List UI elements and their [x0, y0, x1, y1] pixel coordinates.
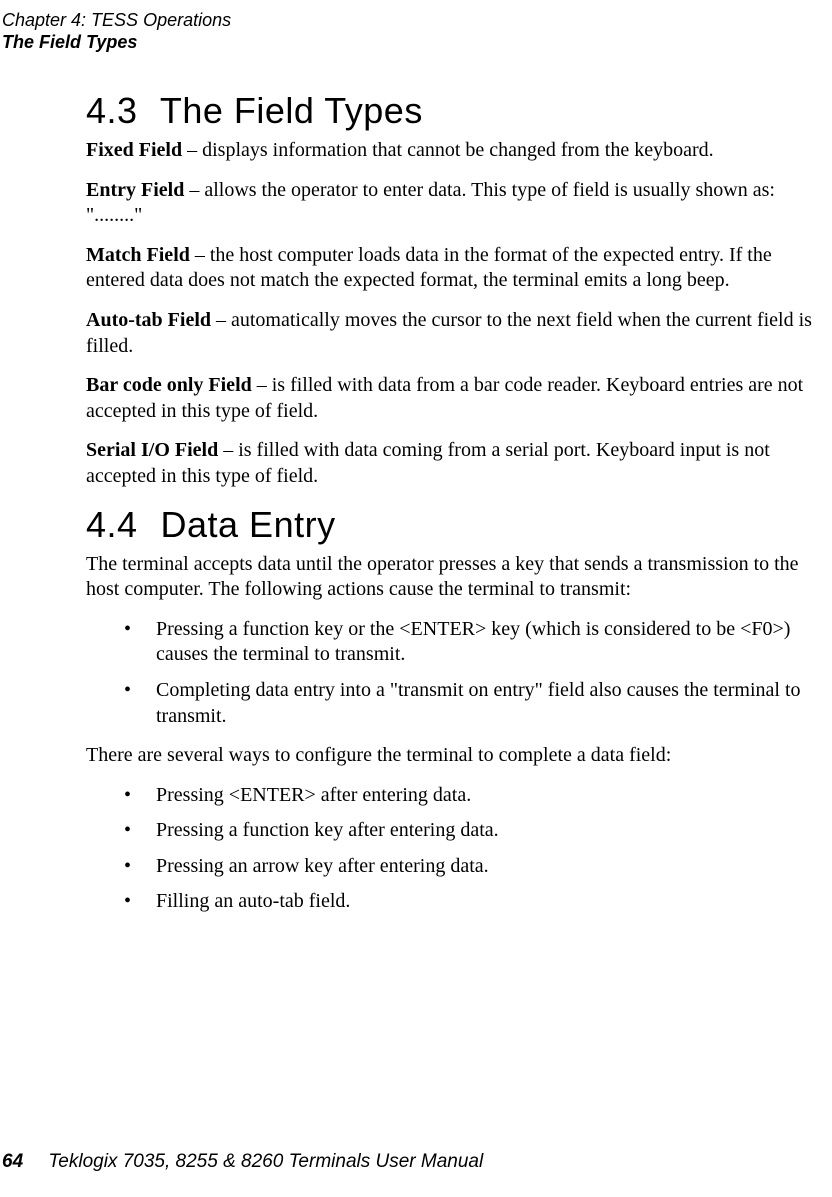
- heading-4-4: 4.4 Data Entry: [86, 504, 830, 546]
- heading-number: 4.4: [86, 504, 150, 546]
- term-fixed: Fixed Field: [86, 139, 182, 161]
- list-item: Pressing a function key after entering d…: [86, 818, 830, 844]
- header-section-line: The Field Types: [2, 32, 231, 54]
- para-barcode-field: Bar code only Field – is filled with dat…: [86, 373, 830, 424]
- term-match: Match Field: [86, 244, 190, 266]
- list-item: Filling an auto-tab field.: [86, 889, 830, 915]
- text-fixed: – displays information that cannot be ch…: [182, 139, 714, 161]
- content-area: 4.3 The Field Types Fixed Field – displa…: [86, 80, 830, 929]
- text-entry: – allows the operator to enter data. Thi…: [86, 179, 775, 227]
- list-item: Completing data entry into a "transmit o…: [86, 678, 830, 729]
- para-serial-field: Serial I/O Field – is filled with data c…: [86, 438, 830, 489]
- bullet-list-complete: Pressing <ENTER> after entering data. Pr…: [86, 783, 830, 915]
- list-item: Pressing a function key or the <ENTER> k…: [86, 617, 830, 668]
- header-chapter-line: Chapter 4: TESS Operations: [2, 10, 231, 32]
- para-fixed-field: Fixed Field – displays information that …: [86, 138, 830, 164]
- term-entry: Entry Field: [86, 179, 184, 201]
- bullet-list-transmit: Pressing a function key or the <ENTER> k…: [86, 617, 830, 729]
- para-autotab-field: Auto-tab Field – automatically moves the…: [86, 308, 830, 359]
- running-header: Chapter 4: TESS Operations The Field Typ…: [2, 10, 231, 53]
- page-footer: 64 Teklogix 7035, 8255 & 8260 Terminals …: [2, 1151, 483, 1173]
- para-match-field: Match Field – the host computer loads da…: [86, 243, 830, 294]
- term-barcode: Bar code only Field: [86, 374, 252, 396]
- heading-title: Data Entry: [161, 504, 336, 545]
- term-serial: Serial I/O Field: [86, 439, 218, 461]
- para-data-entry-intro: The terminal accepts data until the oper…: [86, 552, 830, 603]
- heading-number: 4.3: [86, 90, 150, 132]
- list-item: Pressing an arrow key after entering dat…: [86, 854, 830, 880]
- page: Chapter 4: TESS Operations The Field Typ…: [0, 0, 832, 1197]
- page-number: 64: [2, 1151, 23, 1172]
- heading-title: The Field Types: [160, 90, 423, 131]
- heading-4-3: 4.3 The Field Types: [86, 90, 830, 132]
- list-item: Pressing <ENTER> after entering data.: [86, 783, 830, 809]
- para-configure-complete: There are several ways to configure the …: [86, 743, 830, 769]
- manual-title: Teklogix 7035, 8255 & 8260 Terminals Use…: [48, 1151, 483, 1172]
- para-entry-field: Entry Field – allows the operator to ent…: [86, 178, 830, 229]
- term-autotab: Auto-tab Field: [86, 309, 211, 331]
